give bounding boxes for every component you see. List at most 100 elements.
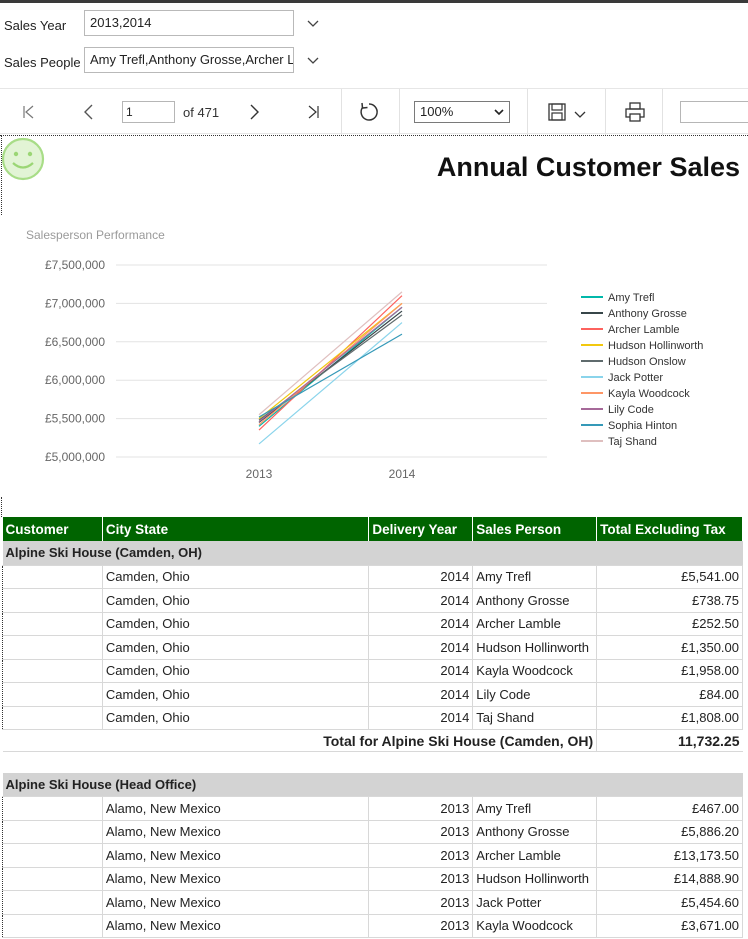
customer-cell: [2, 588, 103, 613]
delivery-year-cell: 2014: [368, 564, 474, 589]
delivery-year-cell: 2013: [368, 843, 474, 868]
sales-year-dropdown-icon[interactable]: [306, 17, 320, 31]
table-row: Alamo, New Mexico 2013 Archer Lamble £13,17…: [2, 843, 743, 868]
legend-label: Anthony Grosse: [608, 308, 687, 320]
refresh-icon[interactable]: [358, 101, 380, 123]
group-name: Alpine Ski House (Head Office): [2, 772, 743, 797]
export-dropdown-icon[interactable]: [574, 110, 586, 120]
first-page-icon[interactable]: [18, 101, 40, 123]
sales-people-input[interactable]: Amy Trefl,Anthony Grosse,Archer L: [84, 47, 294, 73]
customer-cell: [2, 819, 103, 844]
top-border: [0, 0, 748, 3]
sales-person-cell: Anthony Grosse: [472, 819, 598, 844]
customer-cell: [2, 564, 103, 589]
report-border: [1, 497, 2, 517]
header-total-excluding-tax: Total Excluding Tax: [596, 517, 743, 541]
sales-person-cell: Anthony Grosse: [472, 588, 598, 613]
table-row: Camden, Ohio 2014 Kayla Woodcock £1,958.00: [2, 658, 743, 683]
legend-label: Hudson Onslow: [608, 356, 686, 368]
table-row: Alamo, New Mexico 2013 Jack Potter £5,454.6…: [2, 890, 743, 915]
last-page-icon[interactable]: [302, 101, 324, 123]
zoom-dropdown-icon: [494, 109, 504, 116]
customer-cell: [2, 635, 103, 660]
header-delivery-year: Delivery Year: [368, 517, 474, 541]
sales-person-cell: Archer Lamble: [472, 611, 598, 636]
city-state-cell: Alamo, New Mexico: [101, 796, 370, 821]
sales-table: Customer City State Delivery Year Sales …: [2, 517, 743, 938]
customer-cell: [3, 730, 103, 752]
table-row: Camden, Ohio 2014 Taj Shand £1,808.00: [2, 705, 743, 730]
salesperson-performance-chart: £5,000,000 £5,500,000 £6,000,000 £6,500,000…: [45, 258, 703, 481]
legend-label: Archer Lamble: [608, 324, 680, 336]
find-input[interactable]: [680, 101, 748, 123]
total-cell: £467.00: [596, 796, 743, 821]
print-icon[interactable]: [624, 101, 646, 123]
total-cell: £1,808.00: [596, 705, 743, 730]
x-tick-label: 2014: [389, 467, 416, 481]
y-tick-label: £5,000,000: [45, 450, 105, 464]
total-cell: £84.00: [596, 682, 743, 707]
city-state-cell: Alamo, New Mexico: [101, 913, 370, 938]
city-state-cell: Alamo, New Mexico: [101, 819, 370, 844]
delivery-year-cell: 2014: [368, 588, 474, 613]
total-cell: £252.50: [596, 611, 743, 636]
city-state-cell: Alamo, New Mexico: [101, 843, 370, 868]
total-cell: £3,671.00: [596, 913, 743, 938]
table-row: Alamo, New Mexico 2013 Anthony Grosse £5,88…: [2, 819, 743, 844]
city-state-cell: Alamo, New Mexico: [101, 866, 370, 891]
toolbar-divider: [662, 89, 663, 135]
customer-cell: [2, 705, 103, 730]
group-header-row: Alpine Ski House (Head Office): [2, 772, 743, 797]
sales-year-input[interactable]: 2013,2014: [84, 10, 294, 36]
y-tick-label: £5,500,000: [45, 412, 105, 426]
customer-cell: [2, 913, 103, 938]
series-line: [258, 322, 403, 445]
table-row: Camden, Ohio 2014 Hudson Hollinworth £1,350…: [2, 635, 743, 660]
series-line: [258, 291, 403, 416]
total-cell: £738.75: [596, 588, 743, 613]
table-row: Camden, Ohio 2014 Lily Code £84.00: [2, 682, 743, 707]
table-row: Alamo, New Mexico 2013 Amy Trefl £467.00: [2, 796, 743, 821]
y-tick-label: £6,500,000: [45, 335, 105, 349]
y-tick-label: £6,000,000: [45, 373, 105, 387]
legend-label: Kayla Woodcock: [608, 388, 690, 400]
customer-cell: [2, 843, 103, 868]
header-city-state: City State: [102, 517, 370, 541]
legend-label: Sophia Hinton: [608, 420, 677, 432]
table-row: Camden, Ohio 2014 Amy Trefl £5,541.00: [2, 564, 743, 589]
customer-cell: [2, 682, 103, 707]
header-sales-person: Sales Person: [472, 517, 598, 541]
zoom-select[interactable]: 100%: [414, 101, 510, 123]
customer-cell: [2, 866, 103, 891]
prev-page-icon[interactable]: [78, 101, 100, 123]
sales-person-cell: Amy Trefl: [472, 564, 598, 589]
page-number-input[interactable]: 1: [122, 101, 175, 123]
save-icon[interactable]: [546, 101, 568, 123]
total-cell: £5,886.20: [596, 819, 743, 844]
series-line: [258, 333, 403, 418]
toolbar-divider: [605, 89, 606, 135]
series-line: [258, 310, 403, 423]
report-toolbar: 1 of 471 100%: [0, 88, 748, 135]
group-total-row: Total for Alpine Ski House (Camden, OH) 1…: [3, 729, 743, 752]
sales-people-dropdown-icon[interactable]: [306, 54, 320, 68]
next-page-icon[interactable]: [243, 101, 265, 123]
city-state-cell: Camden, Ohio: [101, 682, 370, 707]
table-row: Camden, Ohio 2014 Archer Lamble £252.50: [2, 611, 743, 636]
header-customer: Customer: [2, 517, 103, 541]
group-total-label: Total for Alpine Ski House (Camden, OH): [323, 732, 594, 749]
customer-cell: [2, 658, 103, 683]
smiley-logo-icon: [1, 137, 45, 181]
total-cell: £13,173.50: [596, 843, 743, 868]
legend-label: Taj Shand: [608, 436, 657, 448]
delivery-year-cell: 2014: [368, 658, 474, 683]
toolbar-divider: [341, 89, 342, 135]
group-spacer-row: [2, 751, 743, 773]
spacer-cell: [2, 751, 743, 773]
table-row: Alamo, New Mexico 2013 Kayla Woodcock £3,67…: [2, 913, 743, 938]
report-border: [0, 135, 748, 136]
customer-cell: [2, 611, 103, 636]
toolbar-divider: [399, 89, 400, 135]
legend-label: Hudson Hollinworth: [608, 340, 703, 352]
y-tick-label: £7,000,000: [45, 296, 105, 310]
